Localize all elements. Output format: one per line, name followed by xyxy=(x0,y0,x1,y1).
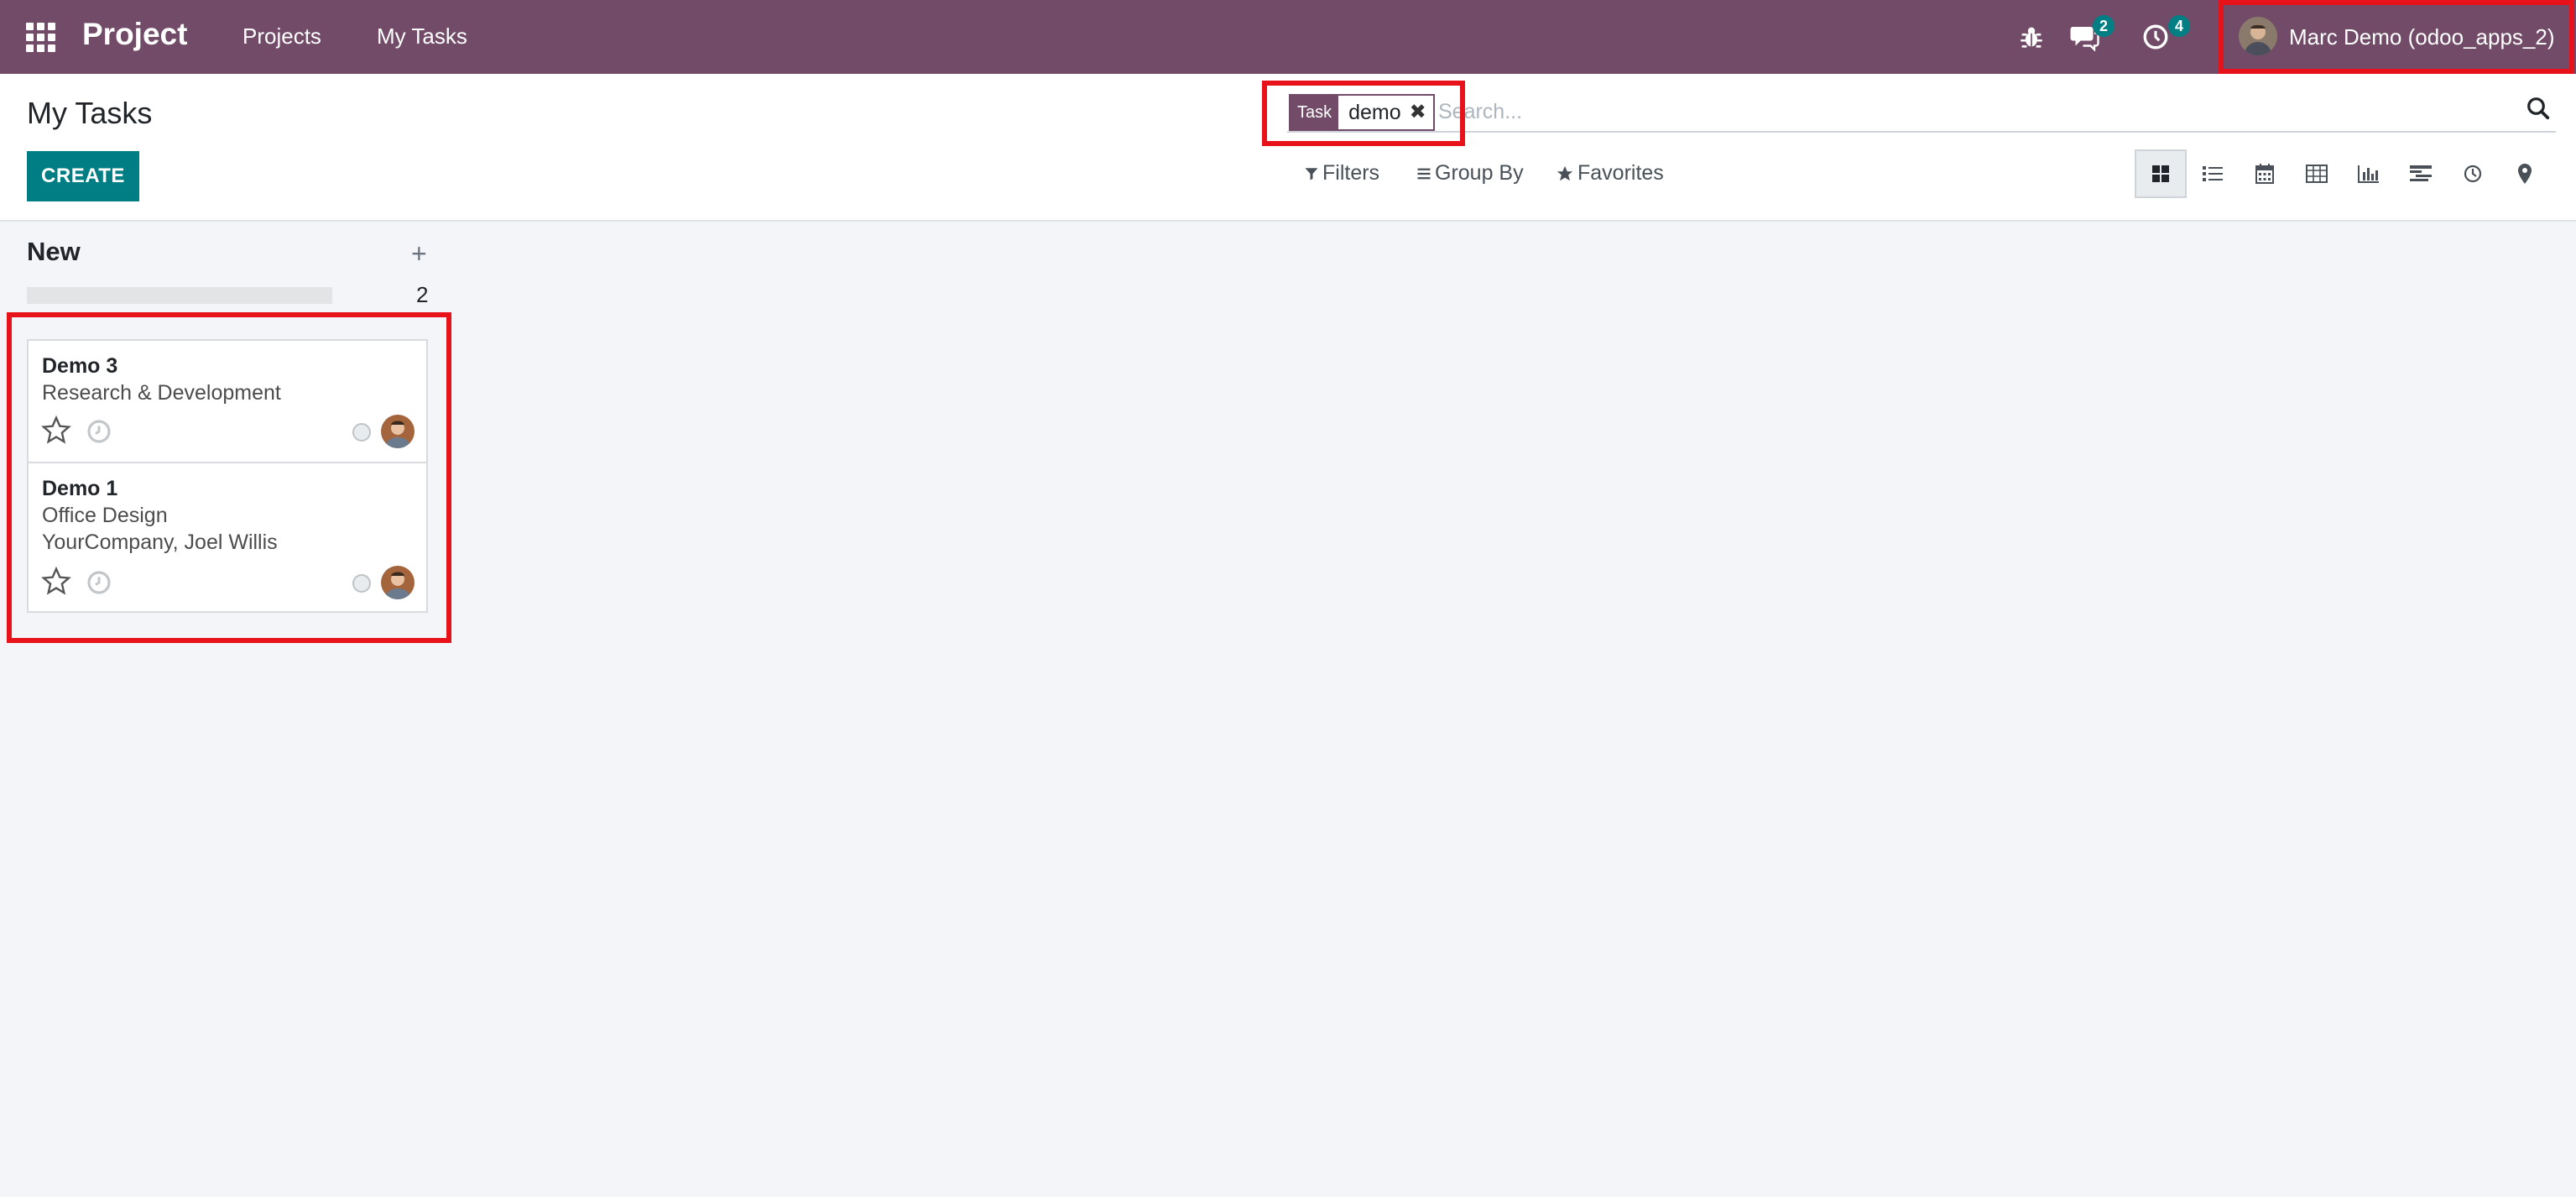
filters-button[interactable]: Filters xyxy=(1304,161,1379,186)
star-priority-icon[interactable] xyxy=(40,566,72,596)
messages-icon[interactable]: 2 xyxy=(2069,15,2115,54)
facet-remove-icon[interactable]: ✖ xyxy=(1409,96,1433,129)
column-progress-bar[interactable] xyxy=(27,287,332,304)
favorites-button[interactable]: Favorites xyxy=(1556,161,1664,186)
groupby-label: Group By xyxy=(1435,161,1524,185)
apps-menu-icon[interactable] xyxy=(26,23,56,52)
activities-badge: 4 xyxy=(2168,15,2190,37)
messages-badge: 2 xyxy=(2093,15,2115,37)
card-partner: YourCompany, Joel Willis xyxy=(42,531,278,554)
kanban-state-dot[interactable] xyxy=(352,574,371,593)
graph-view-icon[interactable] xyxy=(2343,149,2395,198)
search-facet: Task demo ✖ xyxy=(1289,94,1435,131)
kanban-view-icon[interactable] xyxy=(2135,149,2187,198)
view-switcher xyxy=(2135,149,2551,198)
filters-label: Filters xyxy=(1322,161,1380,185)
menu-my-tasks[interactable]: My Tasks xyxy=(377,24,467,50)
gantt-view-icon[interactable] xyxy=(2395,149,2447,198)
column-title[interactable]: New xyxy=(27,237,81,267)
bars-icon xyxy=(1417,168,1431,179)
assignee-avatar[interactable] xyxy=(381,566,415,599)
activity-clock-icon[interactable] xyxy=(86,418,112,445)
page-title: My Tasks xyxy=(27,96,153,130)
control-panel: My Tasks CREATE Task demo ✖ Filters Grou… xyxy=(0,74,2576,222)
facet-value: demo xyxy=(1338,96,1410,129)
card-title: Demo 3 xyxy=(42,354,118,378)
filter-icon xyxy=(1305,167,1318,180)
star-priority-icon[interactable] xyxy=(40,415,72,445)
activity-view-icon[interactable] xyxy=(2447,149,2499,198)
card-project: Research & Development xyxy=(42,381,281,405)
search-icon[interactable] xyxy=(2526,96,2556,126)
menu-projects[interactable]: Projects xyxy=(242,24,321,50)
activity-clock-icon[interactable] xyxy=(86,569,112,596)
pivot-view-icon[interactable] xyxy=(2291,149,2343,198)
kanban-card[interactable]: Demo 3 Research & Development xyxy=(27,339,428,463)
assignee-avatar[interactable] xyxy=(381,415,415,448)
favorites-label: Favorites xyxy=(1577,161,1664,185)
kanban-state-dot[interactable] xyxy=(352,423,371,442)
list-view-icon[interactable] xyxy=(2187,149,2239,198)
activities-clock-icon[interactable]: 4 xyxy=(2141,15,2190,54)
search-input[interactable] xyxy=(1437,96,2497,128)
column-count: 2 xyxy=(416,282,429,307)
calendar-view-icon[interactable] xyxy=(2239,149,2291,198)
column-quick-add-icon[interactable]: + xyxy=(411,238,427,269)
card-title: Demo 1 xyxy=(42,477,118,500)
top-navbar: Project Projects My Tasks 2 4 Marc Demo … xyxy=(0,0,2576,74)
debug-bug-icon[interactable] xyxy=(2017,20,2051,54)
search-bar: Task demo ✖ xyxy=(1287,87,2556,133)
card-project: Office Design xyxy=(42,504,168,527)
star-icon xyxy=(1557,165,1573,180)
groupby-button[interactable]: Group By xyxy=(1416,161,1524,186)
user-avatar xyxy=(2239,17,2277,55)
user-menu[interactable]: Marc Demo (odoo_apps_2) xyxy=(2222,3,2569,71)
user-name: Marc Demo (odoo_apps_2) xyxy=(2289,24,2555,50)
map-view-icon[interactable] xyxy=(2499,149,2551,198)
kanban-card[interactable]: Demo 1 Office Design YourCompany, Joel W… xyxy=(27,462,428,613)
facet-category: Task xyxy=(1291,96,1339,129)
app-brand[interactable]: Project xyxy=(82,17,187,52)
create-button[interactable]: CREATE xyxy=(27,151,139,201)
